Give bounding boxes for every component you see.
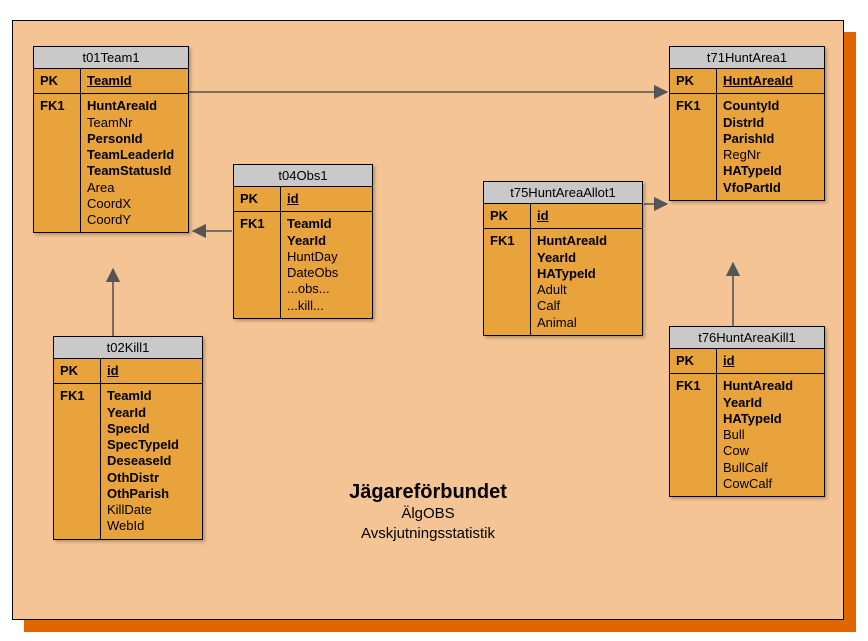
fk-label: FK1 <box>234 212 281 318</box>
field-list: HuntAreaId YearId HATypeId Bull Cow Bull… <box>717 374 825 496</box>
entity-t71huntarea1: t71HuntArea1 PK HuntAreaId FK1 CountyId … <box>669 46 825 201</box>
entity-t76huntareakill1: t76HuntAreaKill1 PK id FK1 HuntAreaId Ye… <box>669 326 825 497</box>
erd-panel: t01Team1 PK TeamId FK1 HuntAreaId TeamNr… <box>12 20 844 620</box>
field-list: CountyId DistrId ParishId RegNr HATypeId… <box>717 94 825 200</box>
fk-label: FK1 <box>670 94 717 200</box>
pk-field: id <box>531 204 643 229</box>
entity-header: t71HuntArea1 <box>670 47 824 69</box>
entity-header: t75HuntAreaAllot1 <box>484 182 642 204</box>
pk-label: PK <box>484 204 531 229</box>
pk-label: PK <box>34 69 81 94</box>
pk-label: PK <box>54 359 101 384</box>
field-list: HuntAreaId YearId HATypeId Adult Calf An… <box>531 229 643 335</box>
entity-header: t02Kill1 <box>54 337 202 359</box>
fk-label: FK1 <box>484 229 531 335</box>
caption-sub1: ÄlgOBS <box>13 504 843 524</box>
entity-body: PK HuntAreaId FK1 CountyId DistrId Paris… <box>670 69 824 200</box>
erd-stage: t01Team1 PK TeamId FK1 HuntAreaId TeamNr… <box>0 0 868 641</box>
diagram-caption: Jägareförbundet ÄlgOBS Avskjutningsstati… <box>13 481 843 545</box>
entity-body: PK id FK1 TeamId YearId HuntDay DateObs … <box>234 187 372 318</box>
entity-t75huntareaallot1: t75HuntAreaAllot1 PK id FK1 HuntAreaId Y… <box>483 181 643 336</box>
pk-field: id <box>101 359 203 384</box>
entity-header: t76HuntAreaKill1 <box>670 327 824 349</box>
entity-t04obs1: t04Obs1 PK id FK1 TeamId YearId HuntDay … <box>233 164 373 319</box>
field-list: TeamId YearId HuntDay DateObs ...obs... … <box>281 212 373 318</box>
pk-field: id <box>281 187 373 212</box>
entity-body: PK id FK1 HuntAreaId YearId HATypeId Bul… <box>670 349 824 496</box>
pk-label: PK <box>670 349 717 374</box>
fk-label: FK1 <box>670 374 717 496</box>
caption-sub2: Avskjutningsstatistik <box>13 524 843 544</box>
pk-field: TeamId <box>81 69 189 94</box>
fk-label: FK1 <box>34 94 81 233</box>
caption-title: Jägareförbundet <box>13 481 843 504</box>
pk-label: PK <box>234 187 281 212</box>
entity-header: t04Obs1 <box>234 165 372 187</box>
entity-header: t01Team1 <box>34 47 188 69</box>
pk-field: id <box>717 349 825 374</box>
pk-label: PK <box>670 69 717 94</box>
pk-field: HuntAreaId <box>717 69 825 94</box>
entity-body: PK id FK1 HuntAreaId YearId HATypeId Adu… <box>484 204 642 335</box>
entity-body: PK TeamId FK1 HuntAreaId TeamNr PersonId… <box>34 69 188 232</box>
entity-t01team1: t01Team1 PK TeamId FK1 HuntAreaId TeamNr… <box>33 46 189 233</box>
field-list: HuntAreaId TeamNr PersonId TeamLeaderId … <box>81 94 189 233</box>
